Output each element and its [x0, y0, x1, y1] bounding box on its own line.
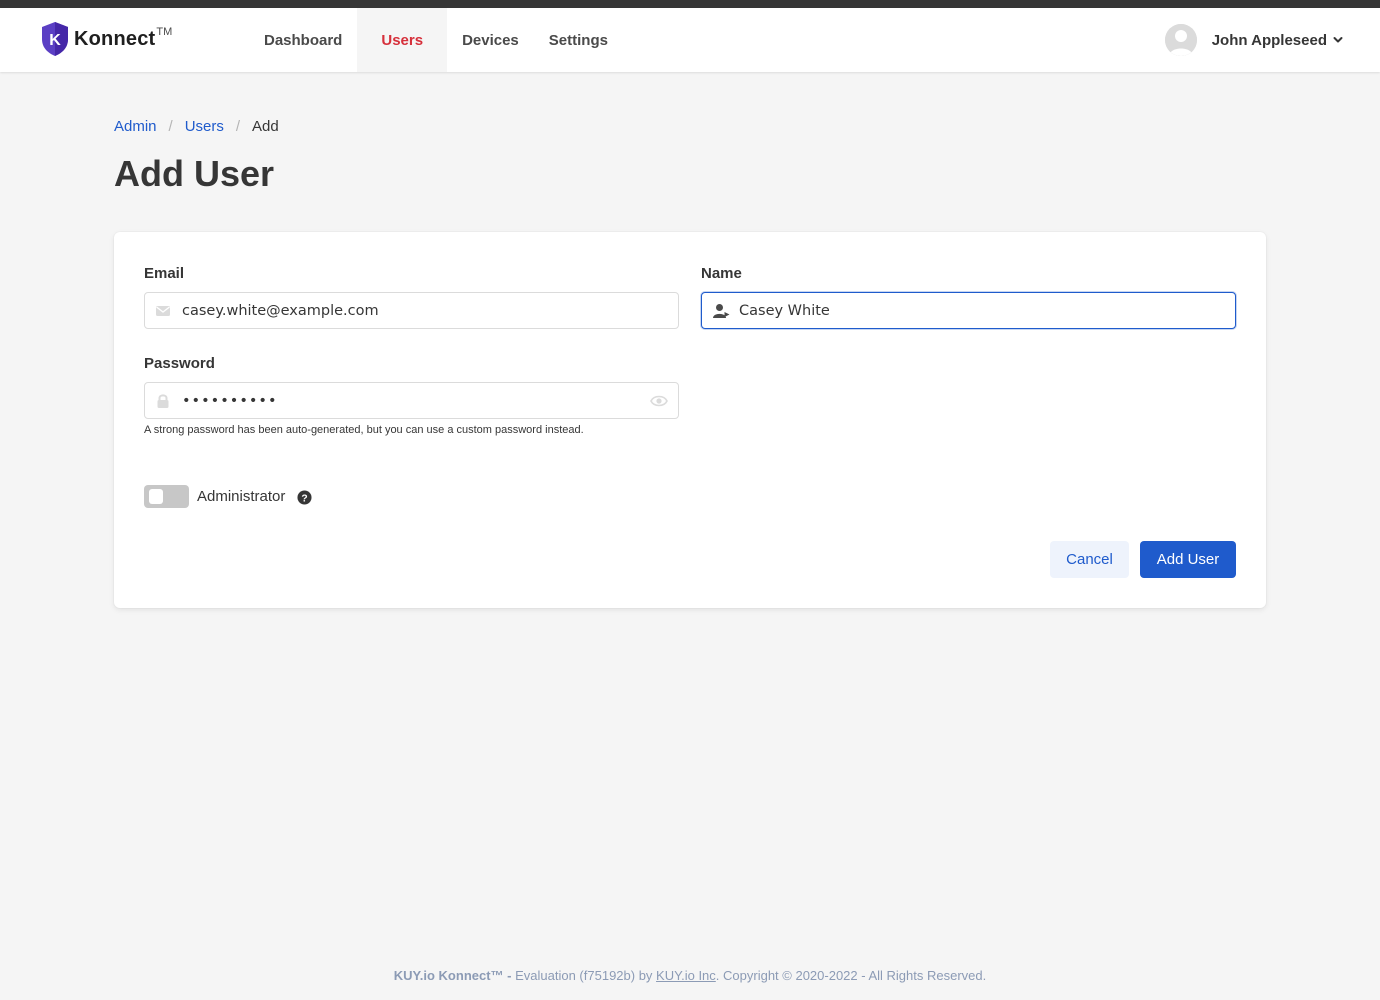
svg-text:?: ? — [301, 493, 307, 504]
breadcrumb-current: Add — [252, 118, 279, 135]
email-field — [144, 292, 679, 329]
cancel-button[interactable]: Cancel — [1050, 541, 1129, 578]
logo-letter: K — [49, 32, 61, 49]
shield-logo-icon: K — [42, 22, 68, 56]
add-user-button[interactable]: Add User — [1140, 541, 1236, 578]
footer-copyright: . Copyright © 2020-2022 - All Rights Res… — [715, 968, 987, 983]
email-label: Email — [144, 265, 185, 282]
password-label: Password — [144, 355, 215, 372]
brand-trademark: TM — [156, 26, 173, 38]
name-field — [701, 292, 1236, 329]
name-input[interactable] — [739, 293, 1197, 328]
nav-devices[interactable]: Devices — [447, 8, 534, 72]
user-icon — [713, 304, 730, 318]
user-avatar-icon — [1164, 24, 1197, 56]
password-field — [144, 382, 679, 419]
question-circle-icon[interactable]: ? — [297, 490, 312, 505]
footer-company-link[interactable]: KUY.io Inc — [656, 968, 716, 983]
user-name: John Appleseed — [1211, 31, 1327, 49]
chevron-down-icon — [1333, 37, 1343, 43]
page-title: Add User — [114, 153, 275, 194]
nav-dashboard[interactable]: Dashboard — [249, 8, 357, 72]
eye-icon[interactable] — [650, 394, 668, 408]
user-menu[interactable]: John Appleseed — [1164, 24, 1343, 56]
administrator-toggle[interactable] — [144, 485, 189, 508]
breadcrumb-admin[interactable]: Admin — [114, 118, 157, 135]
footer-text: Evaluation (f75192b) by — [511, 968, 657, 983]
email-input[interactable] — [182, 293, 640, 328]
envelope-icon — [156, 306, 170, 316]
name-label: Name — [701, 265, 742, 282]
top-strip — [0, 0, 1380, 8]
brand-name: Konnect — [74, 27, 156, 50]
add-user-form-card: Email Name Password A strong password ha… — [114, 232, 1266, 608]
breadcrumb: Admin / Users / Add — [114, 118, 279, 135]
brand-logo[interactable]: K Konnect TM — [40, 21, 172, 57]
breadcrumb-separator: / — [168, 118, 173, 135]
navbar: K Konnect TM Dashboard Users Devices Set… — [0, 8, 1380, 72]
nav-settings[interactable]: Settings — [534, 8, 623, 72]
toggle-knob — [149, 489, 163, 504]
breadcrumb-separator: / — [235, 118, 241, 135]
main-nav: Dashboard Users Devices Settings — [249, 8, 623, 72]
lock-icon — [157, 394, 169, 408]
nav-users[interactable]: Users — [357, 8, 448, 72]
footer-brand: KUY.io Konnect™ - — [393, 968, 512, 983]
password-help-text: A strong password has been auto-generate… — [144, 424, 584, 436]
administrator-label: Administrator — [197, 488, 286, 505]
footer: KUY.io Konnect™ - Evaluation (f75192b) b… — [0, 968, 1380, 983]
breadcrumb-users[interactable]: Users — [185, 118, 224, 135]
password-input[interactable] — [182, 383, 640, 418]
